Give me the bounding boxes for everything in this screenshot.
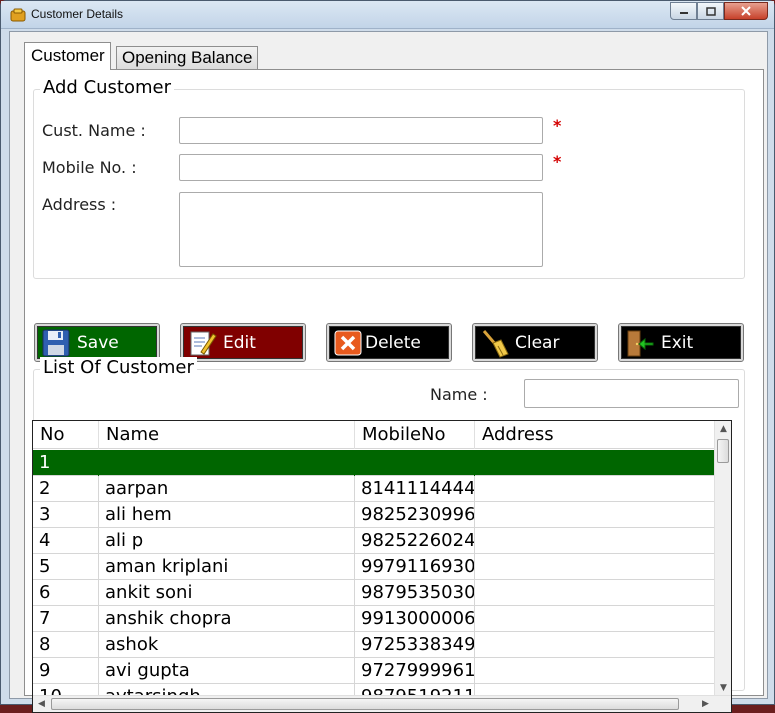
grid-header: No Name MobileNo Address bbox=[33, 421, 715, 449]
cell-mobile: 9979116930 bbox=[355, 554, 475, 580]
exit-button[interactable]: Exit bbox=[618, 323, 744, 362]
delete-icon bbox=[334, 330, 362, 355]
clear-button-label: Clear bbox=[515, 332, 560, 353]
cell-no: 5 bbox=[33, 554, 99, 580]
cell-no: 2 bbox=[33, 476, 99, 502]
tab-opening-balance[interactable]: Opening Balance bbox=[116, 46, 259, 69]
clear-button[interactable]: Clear bbox=[472, 323, 598, 362]
add-customer-title: Add Customer bbox=[40, 77, 175, 98]
cell-name: ankit soni bbox=[99, 580, 355, 606]
customer-grid: No Name MobileNo Address 1 2 aarpan 8141… bbox=[32, 420, 732, 713]
cell-no: 6 bbox=[33, 580, 99, 606]
cell-no: 9 bbox=[33, 658, 99, 684]
cust-name-input[interactable] bbox=[179, 117, 543, 144]
cell-name: ali p bbox=[99, 528, 355, 554]
edit-button[interactable]: Edit bbox=[180, 323, 306, 362]
close-button[interactable] bbox=[724, 2, 768, 20]
column-header-name[interactable]: Name bbox=[99, 421, 355, 449]
cell-mobile: 9825230996 bbox=[355, 502, 475, 528]
cell-address bbox=[475, 528, 715, 554]
table-row[interactable]: 5 aman kriplani 9979116930 bbox=[33, 554, 715, 580]
app-icon bbox=[10, 8, 26, 22]
cell-name: avi gupta bbox=[99, 658, 355, 684]
edit-button-label: Edit bbox=[223, 332, 256, 353]
customer-details-window: Customer Details Opening Balance Custome… bbox=[0, 0, 775, 713]
title-bar[interactable]: Customer Details bbox=[1, 1, 774, 29]
table-row[interactable]: 3 ali hem 9825230996 bbox=[33, 502, 715, 528]
cell-no: 1 bbox=[33, 450, 99, 476]
cell-address bbox=[475, 658, 715, 684]
cell-mobile: 9725338349 bbox=[355, 632, 475, 658]
delete-button[interactable]: Delete bbox=[326, 323, 452, 362]
column-header-address[interactable]: Address bbox=[475, 421, 715, 449]
tab-customer[interactable]: Customer bbox=[24, 42, 111, 70]
list-of-customer-title: List Of Customer bbox=[40, 357, 197, 378]
horizontal-scroll-thumb[interactable] bbox=[51, 698, 679, 710]
scroll-up-arrow-icon[interactable]: ▲ bbox=[715, 421, 731, 438]
cell-address bbox=[475, 476, 715, 502]
cell-no: 3 bbox=[33, 502, 99, 528]
cell-name: aman kriplani bbox=[99, 554, 355, 580]
cell-mobile: 9879535030 bbox=[355, 580, 475, 606]
customer-tab-panel: Add Customer Cust. Name : * Mobile No. :… bbox=[24, 69, 764, 713]
exit-door-icon bbox=[627, 330, 654, 356]
table-row[interactable]: 9 avi gupta 9727999961 bbox=[33, 658, 715, 684]
address-label: Address : bbox=[42, 195, 117, 214]
cell-address bbox=[475, 632, 715, 658]
maximize-icon bbox=[705, 6, 716, 16]
cell-mobile: 9727999961 bbox=[355, 658, 475, 684]
column-header-no[interactable]: No bbox=[33, 421, 99, 449]
save-icon bbox=[42, 329, 70, 356]
cell-address bbox=[475, 502, 715, 528]
cell-no: 7 bbox=[33, 606, 99, 632]
cell-name: aarpan bbox=[99, 476, 355, 502]
minimize-button[interactable] bbox=[670, 2, 697, 20]
cell-name: anshik chopra bbox=[99, 606, 355, 632]
table-row[interactable]: 2 aarpan 8141114444 bbox=[33, 476, 715, 502]
cell-no: 4 bbox=[33, 528, 99, 554]
cell-name: ali hem bbox=[99, 502, 355, 528]
cell-mobile bbox=[355, 450, 475, 476]
vertical-scroll-thumb[interactable] bbox=[717, 439, 729, 463]
horizontal-scrollbar[interactable]: ◀ ▶ bbox=[33, 695, 731, 712]
delete-button-label: Delete bbox=[365, 332, 421, 353]
cust-name-required-mark: * bbox=[553, 116, 562, 135]
mobile-no-label: Mobile No. : bbox=[42, 158, 137, 177]
client-area: Opening Balance Customer Add Customer Cu… bbox=[9, 31, 768, 713]
search-name-input[interactable] bbox=[524, 379, 739, 408]
close-icon bbox=[741, 6, 751, 16]
cell-name bbox=[99, 450, 355, 476]
address-textarea[interactable] bbox=[179, 192, 543, 267]
save-button-label: Save bbox=[77, 332, 119, 353]
table-row[interactable]: 8 ashok 9725338349 bbox=[33, 632, 715, 658]
table-row[interactable]: 1 bbox=[33, 450, 715, 476]
maximize-button[interactable] bbox=[697, 2, 724, 20]
mobile-no-input[interactable] bbox=[179, 154, 543, 181]
cell-no: 8 bbox=[33, 632, 99, 658]
cust-name-label: Cust. Name : bbox=[42, 121, 146, 140]
cell-address bbox=[475, 554, 715, 580]
edit-icon bbox=[190, 331, 217, 355]
cell-mobile: 9825226024 bbox=[355, 528, 475, 554]
table-row[interactable]: 7 anshik chopra 9913000006 bbox=[33, 606, 715, 632]
mobile-no-required-mark: * bbox=[553, 152, 562, 171]
cell-name: ashok bbox=[99, 632, 355, 658]
window-title: Customer Details bbox=[31, 7, 124, 21]
cell-address bbox=[475, 580, 715, 606]
column-header-mobile[interactable]: MobileNo bbox=[355, 421, 475, 449]
minimize-icon bbox=[679, 12, 688, 14]
search-name-label: Name : bbox=[430, 385, 488, 404]
broom-icon bbox=[482, 329, 509, 358]
cell-mobile: 8141114444 bbox=[355, 476, 475, 502]
table-row[interactable]: 6 ankit soni 9879535030 bbox=[33, 580, 715, 606]
cell-mobile: 9913000006 bbox=[355, 606, 475, 632]
table-row[interactable]: 4 ali p 9825226024 bbox=[33, 528, 715, 554]
vertical-scrollbar[interactable]: ▲ ▼ bbox=[714, 421, 731, 697]
exit-button-label: Exit bbox=[661, 332, 694, 353]
cell-address bbox=[475, 450, 715, 476]
cell-address bbox=[475, 606, 715, 632]
